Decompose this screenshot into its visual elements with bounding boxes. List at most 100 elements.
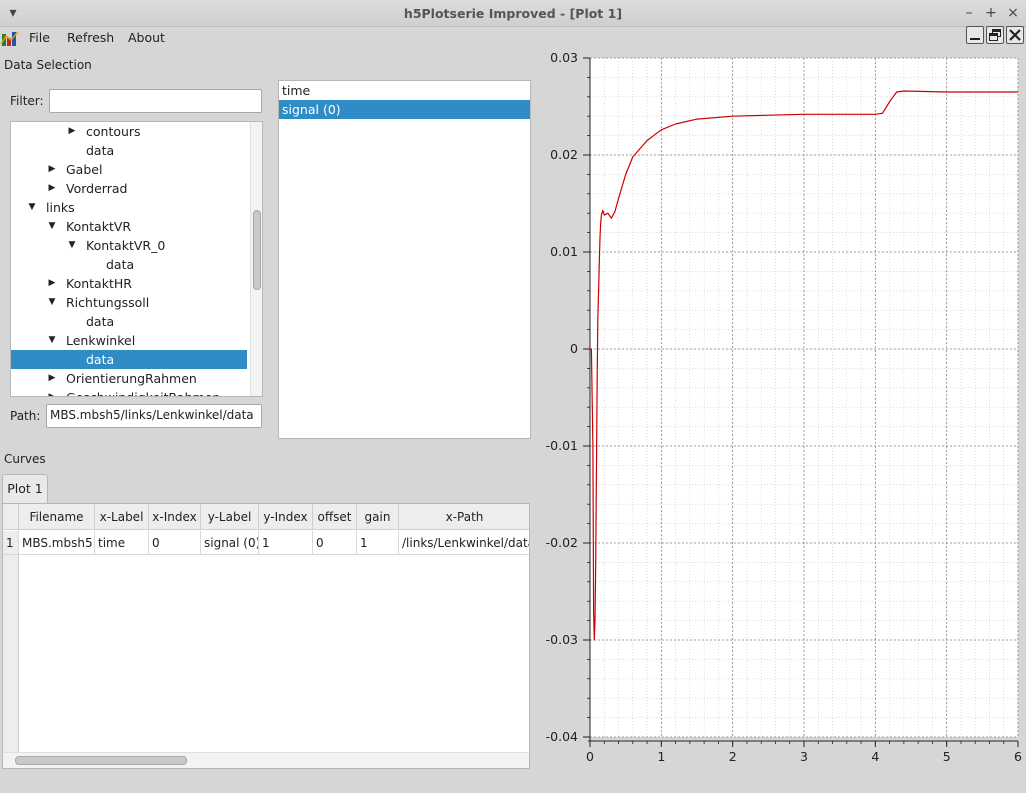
subwindow-restore-button[interactable] bbox=[986, 26, 1004, 44]
table-cell[interactable]: 1 bbox=[259, 531, 313, 555]
data-selection-heading: Data Selection bbox=[4, 58, 92, 72]
plot-area[interactable]: 0.03 0.02 0.01 0 -0.01 -0.02 -0.03 -0.04 0 1 2 3 4 5 6 bbox=[531, 50, 1026, 778]
column-list-item[interactable]: time bbox=[279, 81, 530, 100]
tree-item-label: KontaktHR bbox=[66, 276, 132, 291]
y-tick-label: -0.01 bbox=[546, 438, 578, 453]
table-cell[interactable]: 0 bbox=[313, 531, 357, 555]
y-tick-label: -0.04 bbox=[546, 729, 578, 744]
path-field[interactable]: MBS.mbsh5/links/Lenkwinkel/data bbox=[46, 404, 262, 428]
x-tick-label: 5 bbox=[943, 749, 951, 764]
tree-item-label: data bbox=[86, 352, 115, 367]
column-list-item[interactable]: signal (0) bbox=[279, 100, 530, 119]
menu-about[interactable]: About bbox=[128, 30, 165, 45]
filter-input[interactable] bbox=[49, 89, 262, 113]
expanded-arrow-icon[interactable]: ▼ bbox=[46, 293, 58, 312]
x-tick-label: 0 bbox=[586, 749, 594, 764]
table-cell[interactable]: 0 bbox=[149, 531, 201, 555]
y-tick-label: 0.02 bbox=[550, 147, 578, 162]
table-cell[interactable]: 1 bbox=[357, 531, 399, 555]
tree-item[interactable]: ▶ Vorderrad bbox=[11, 179, 247, 198]
x-tick-label: 2 bbox=[729, 749, 737, 764]
menu-bar: File Refresh About bbox=[0, 27, 1026, 51]
close-icon[interactable]: × bbox=[1004, 4, 1022, 22]
column-header[interactable]: x-Path bbox=[399, 504, 529, 530]
column-header[interactable]: y-Label bbox=[201, 504, 259, 530]
tree-item[interactable]: ▶ OrientierungRahmen bbox=[11, 369, 247, 388]
tree-item[interactable]: ▼ KontaktVR bbox=[11, 217, 247, 236]
column-header[interactable]: Filename bbox=[19, 504, 95, 530]
tree-item[interactable]: data bbox=[11, 350, 247, 369]
y-tick-label: -0.02 bbox=[546, 535, 578, 550]
tree-item[interactable]: ▶ contours bbox=[11, 122, 247, 141]
filter-label: Filter: bbox=[10, 94, 44, 108]
tree-item[interactable]: ▼ Lenkwinkel bbox=[11, 331, 247, 350]
table-cell[interactable]: /links/Lenkwinkel/data bbox=[399, 531, 529, 555]
tree-item-label: Richtungssoll bbox=[66, 295, 150, 310]
tree-item[interactable]: data bbox=[11, 255, 247, 274]
tree-item[interactable]: data bbox=[11, 312, 247, 331]
tree-item-label: Lenkwinkel bbox=[66, 333, 136, 348]
tree-item-label: Gabel bbox=[66, 162, 103, 177]
collapsed-arrow-icon[interactable]: ▶ bbox=[46, 179, 58, 198]
table-cell[interactable]: MBS.mbsh5 bbox=[19, 531, 95, 555]
collapsed-arrow-icon[interactable]: ▶ bbox=[46, 388, 58, 396]
tree-item-label: data bbox=[86, 314, 115, 329]
maximize-icon[interactable]: + bbox=[982, 4, 1000, 22]
tree-item-label: KontaktVR bbox=[66, 219, 132, 234]
menu-file[interactable]: File bbox=[29, 30, 50, 45]
x-tick-label: 1 bbox=[657, 749, 665, 764]
tree-item-label: data bbox=[106, 257, 135, 272]
tree-item-label: OrientierungRahmen bbox=[66, 371, 197, 386]
line-chart[interactable]: 0.03 0.02 0.01 0 -0.01 -0.02 -0.03 -0.04 0 1 2 3 4 5 6 bbox=[531, 50, 1026, 778]
menu-refresh[interactable]: Refresh bbox=[67, 30, 114, 45]
tree-item[interactable]: data bbox=[11, 141, 247, 160]
tree-item-label: contours bbox=[86, 124, 141, 139]
tree-scroll-thumb[interactable] bbox=[253, 210, 261, 290]
tree-vertical-scrollbar[interactable] bbox=[250, 122, 262, 396]
column-header[interactable]: x-Index bbox=[149, 504, 201, 530]
subwindow-minimize-button[interactable] bbox=[966, 26, 984, 44]
column-header[interactable]: x-Label bbox=[95, 504, 149, 530]
curves-table[interactable]: Filename x-Label x-Index y-Label y-Index offs… bbox=[2, 503, 530, 769]
title-bar: ▾ h5Plotserie Improved - [Plot 1] – + × bbox=[0, 0, 1026, 27]
x-tick-label: 4 bbox=[871, 749, 879, 764]
tree-item[interactable]: ▼ KontaktVR_0 bbox=[11, 236, 247, 255]
row-header-empty bbox=[3, 555, 19, 752]
tree-item[interactable]: ▼ Richtungssoll bbox=[11, 293, 247, 312]
curves-heading: Curves bbox=[4, 452, 46, 466]
row-number[interactable]: 1 bbox=[3, 531, 19, 555]
table-cell[interactable]: signal (0) bbox=[201, 531, 259, 555]
x-tick-label: 6 bbox=[1014, 749, 1022, 764]
tree-item[interactable]: ▶ Gabel bbox=[11, 160, 247, 179]
y-tick-label: 0 bbox=[570, 341, 578, 356]
column-list[interactable]: time signal (0) bbox=[278, 80, 531, 439]
path-label: Path: bbox=[10, 409, 41, 423]
tree-item[interactable]: ▶ GeschwindigkeitRahmen bbox=[11, 388, 247, 396]
tree-item-label: Vorderrad bbox=[66, 181, 128, 196]
tree-item[interactable]: ▼ links bbox=[11, 198, 247, 217]
collapsed-arrow-icon[interactable]: ▶ bbox=[46, 369, 58, 388]
collapsed-arrow-icon[interactable]: ▶ bbox=[66, 122, 78, 141]
column-header[interactable]: y-Index bbox=[259, 504, 313, 530]
collapsed-arrow-icon[interactable]: ▶ bbox=[46, 274, 58, 293]
minimize-icon[interactable]: – bbox=[960, 4, 978, 22]
table-horizontal-scrollbar[interactable] bbox=[3, 752, 529, 768]
expanded-arrow-icon[interactable]: ▼ bbox=[46, 217, 58, 236]
subwindow-close-button[interactable] bbox=[1006, 26, 1024, 44]
tree-item-label: GeschwindigkeitRahmen bbox=[66, 388, 220, 396]
column-header[interactable]: offset bbox=[313, 504, 357, 530]
expanded-arrow-icon[interactable]: ▼ bbox=[46, 331, 58, 350]
tree-item-label: links bbox=[46, 200, 75, 215]
table-cell[interactable]: time bbox=[95, 531, 149, 555]
expanded-arrow-icon[interactable]: ▼ bbox=[66, 236, 78, 255]
y-tick-label: -0.03 bbox=[546, 632, 578, 647]
table-corner bbox=[3, 504, 19, 530]
expanded-arrow-icon[interactable]: ▼ bbox=[26, 198, 38, 217]
tab-plot-1[interactable]: Plot 1 bbox=[2, 474, 48, 503]
table-scroll-thumb[interactable] bbox=[15, 756, 187, 765]
tree-item-label: data bbox=[86, 143, 115, 158]
collapsed-arrow-icon[interactable]: ▶ bbox=[46, 160, 58, 179]
column-header[interactable]: gain bbox=[357, 504, 399, 530]
tree-item[interactable]: ▶ KontaktHR bbox=[11, 274, 247, 293]
hdf5-tree[interactable]: ▶ contours data ▶ Gabel ▶ Vorderrad ▼ links ▼ Kont… bbox=[10, 121, 263, 397]
